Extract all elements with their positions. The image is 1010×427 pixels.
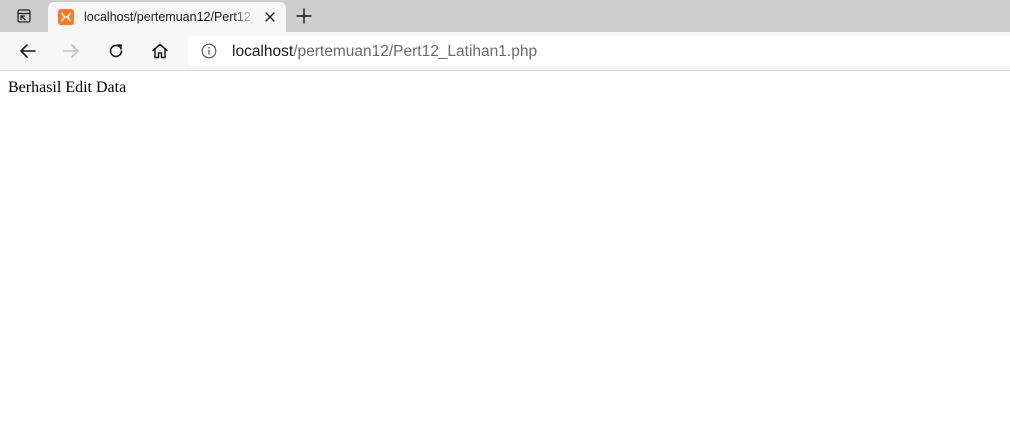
xampp-icon	[58, 9, 74, 25]
url-host: localhost	[232, 43, 294, 60]
browser-toolbar: localhost/pertemuan12/Pert12_Latihan1.ph…	[0, 32, 1010, 71]
url-text[interactable]: localhost/pertemuan12/Pert12_Latihan1.ph…	[232, 43, 537, 60]
info-icon[interactable]	[201, 43, 217, 59]
tab-actions-icon[interactable]	[10, 6, 38, 26]
page-content: Berhasil Edit Data	[0, 71, 1010, 427]
status-message: Berhasil Edit Data	[8, 79, 127, 96]
close-icon[interactable]	[262, 9, 278, 25]
home-icon[interactable]	[149, 40, 171, 62]
forward-arrow-icon[interactable]	[60, 40, 82, 62]
address-bar[interactable]: localhost/pertemuan12/Pert12_Latihan1.ph…	[188, 36, 1010, 66]
browser-tab-bar: localhost/pertemuan12/Pert12_Latihan1.ph…	[0, 0, 1010, 32]
refresh-icon[interactable]	[105, 40, 127, 62]
plus-icon[interactable]	[294, 6, 314, 26]
url-path: /pertemuan12/Pert12_Latihan1.php	[293, 43, 538, 60]
back-arrow-icon[interactable]	[17, 40, 39, 62]
tab-title: localhost/pertemuan12/Pert12_Latihan1.ph…	[84, 10, 256, 24]
browser-tab[interactable]: localhost/pertemuan12/Pert12_Latihan1.ph…	[48, 2, 286, 32]
